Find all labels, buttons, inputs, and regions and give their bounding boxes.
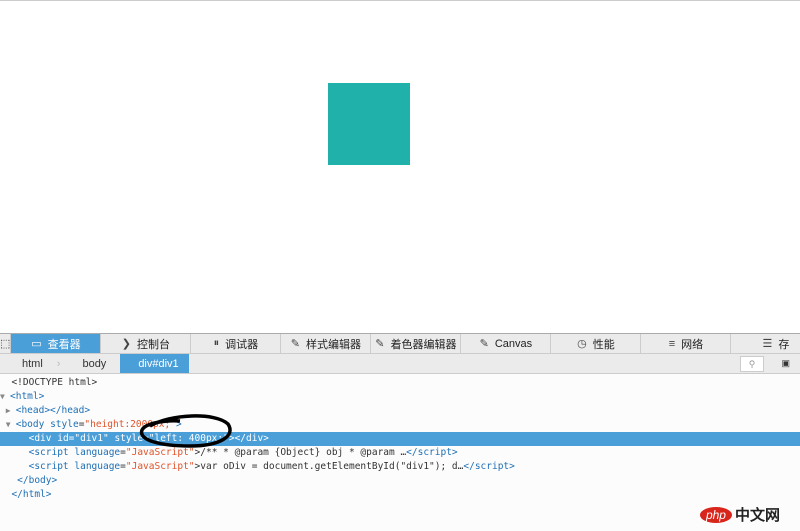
style-editor-icon: ✎ [290,338,301,350]
markup-view: <!DOCTYPE html> ▼ <html> ▶ <head></head> ▼… [0,374,800,502]
body-close: </body> [17,475,58,486]
tab-console[interactable]: ❯ 控制台 [101,334,192,353]
tab-label: 性能 [592,338,615,351]
breadcrumb-html[interactable]: html [0,354,57,373]
tab-network[interactable]: ≡ 网络 [641,334,732,353]
tab-label: 存 [778,338,790,351]
devtools-panel: ⬚ ▭ 查看器 ❯ 控制台 ⏸ 调试器 ✎ 样式编辑器 ✎ 着色器编辑器 ✎ Canvas ◷ 性能 ≡ 网络… [0,333,800,531]
shader-editor-icon: ✎ [375,338,385,350]
tab-storage[interactable]: ☰ 存 [731,334,800,353]
tab-label: 调试器 [225,338,259,351]
head-node[interactable]: ▶ <head></head> [0,404,800,418]
toggle-sidebar-icon[interactable]: ▣ [781,358,790,369]
storage-icon: ☰ [762,338,773,350]
inspector-icon: ▭ [31,338,42,350]
script-node[interactable]: <script language="JavaScript">var oDiv =… [0,460,800,474]
tab-label: 网络 [681,338,704,351]
expand-icon[interactable]: ▼ [0,390,10,404]
breadcrumb-body[interactable]: body [60,354,120,373]
tab-canvas[interactable]: ✎ Canvas [461,334,552,353]
tab-label: 样式编辑器 [306,338,362,351]
div1-node[interactable]: <div id="div1" style="left: 400px;"></di… [0,432,800,446]
element-picker-icon[interactable]: ⬚ [0,334,12,353]
debugger-icon: ⏸ [213,337,220,349]
tab-shader-editor[interactable]: ✎ 着色器编辑器 [371,334,462,353]
network-icon: ≡ [668,337,676,350]
top-border [0,0,800,1]
devtools-toolbar: ⬚ ▭ 查看器 ❯ 控制台 ⏸ 调试器 ✎ 样式编辑器 ✎ 着色器编辑器 ✎ Canvas ◷ 性能 ≡ 网络… [0,334,800,354]
tab-label: 控制台 [137,338,171,351]
breadcrumb-div1[interactable]: div#div1 [120,354,189,373]
tab-label: 查看器 [47,338,81,351]
html-close: </html> [11,489,52,500]
tab-style-editor[interactable]: ✎ 样式编辑器 [281,334,372,353]
tab-label: 着色器编辑器 [390,338,457,351]
performance-icon: ◷ [577,338,587,350]
expand-icon[interactable]: ▼ [6,418,16,432]
search-icon[interactable]: ⚲ [740,356,764,372]
tab-performance[interactable]: ◷ 性能 [551,334,642,353]
tab-debugger[interactable]: ⏸ 调试器 [191,334,282,353]
canvas-icon: ✎ [479,338,489,350]
tab-inspector[interactable]: ▭ 查看器 [11,334,102,353]
collapse-icon[interactable]: ▶ [6,404,16,418]
html-node[interactable]: ▼ <html> [0,390,800,404]
breadcrumb: html › body div#div1 ⚲ ▣ [0,354,800,374]
div1-box [328,83,410,165]
doctype-node[interactable]: <!DOCTYPE html> [0,376,800,390]
script-node[interactable]: <script language="JavaScript">/** * @par… [0,446,800,460]
console-icon: ❯ [121,338,132,350]
tab-label: Canvas [494,337,533,350]
php-cn-watermark: php 中文网 [699,504,780,525]
body-node[interactable]: ▼ <body style="height:2000px;"> [0,418,800,432]
